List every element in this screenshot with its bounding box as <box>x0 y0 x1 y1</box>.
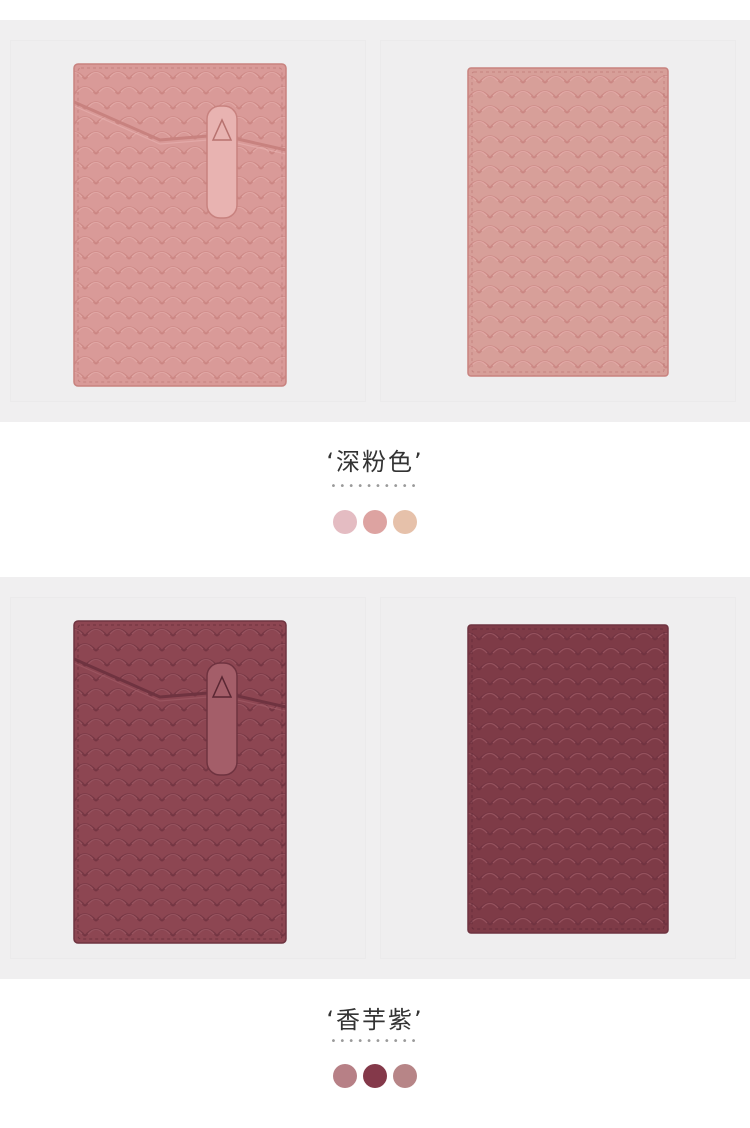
color-swatch <box>393 510 417 534</box>
front-view-panel <box>10 40 366 402</box>
photo-band <box>0 20 750 422</box>
product-section-deep-pink: ‘深粉色’ •••••••••• <box>0 0 750 560</box>
back-view-panel <box>380 40 736 402</box>
dotted-divider: •••••••••• <box>330 481 420 492</box>
color-swatch <box>363 510 387 534</box>
wallet-back-pink-icon <box>467 67 669 377</box>
wallet-front-pink-icon <box>73 63 287 387</box>
wallet-front-taro-icon <box>73 620 287 944</box>
color-swatch <box>393 1064 417 1088</box>
dotted-divider: •••••••••• <box>330 1036 420 1047</box>
color-name-caption: ‘深粉色’ <box>326 448 424 476</box>
product-section-taro-purple: ‘香芋紫’ •••••••••• <box>0 560 750 1128</box>
color-name-caption: ‘香芋紫’ <box>326 1006 424 1034</box>
color-swatch <box>363 1064 387 1088</box>
wallet-back-taro-icon <box>467 624 669 934</box>
photo-band <box>0 577 750 979</box>
color-swatch-row <box>0 510 750 536</box>
front-view-panel <box>10 597 366 959</box>
color-swatch <box>333 510 357 534</box>
color-swatch <box>333 1064 357 1088</box>
back-view-panel <box>380 597 736 959</box>
color-swatch-row <box>0 1064 750 1090</box>
